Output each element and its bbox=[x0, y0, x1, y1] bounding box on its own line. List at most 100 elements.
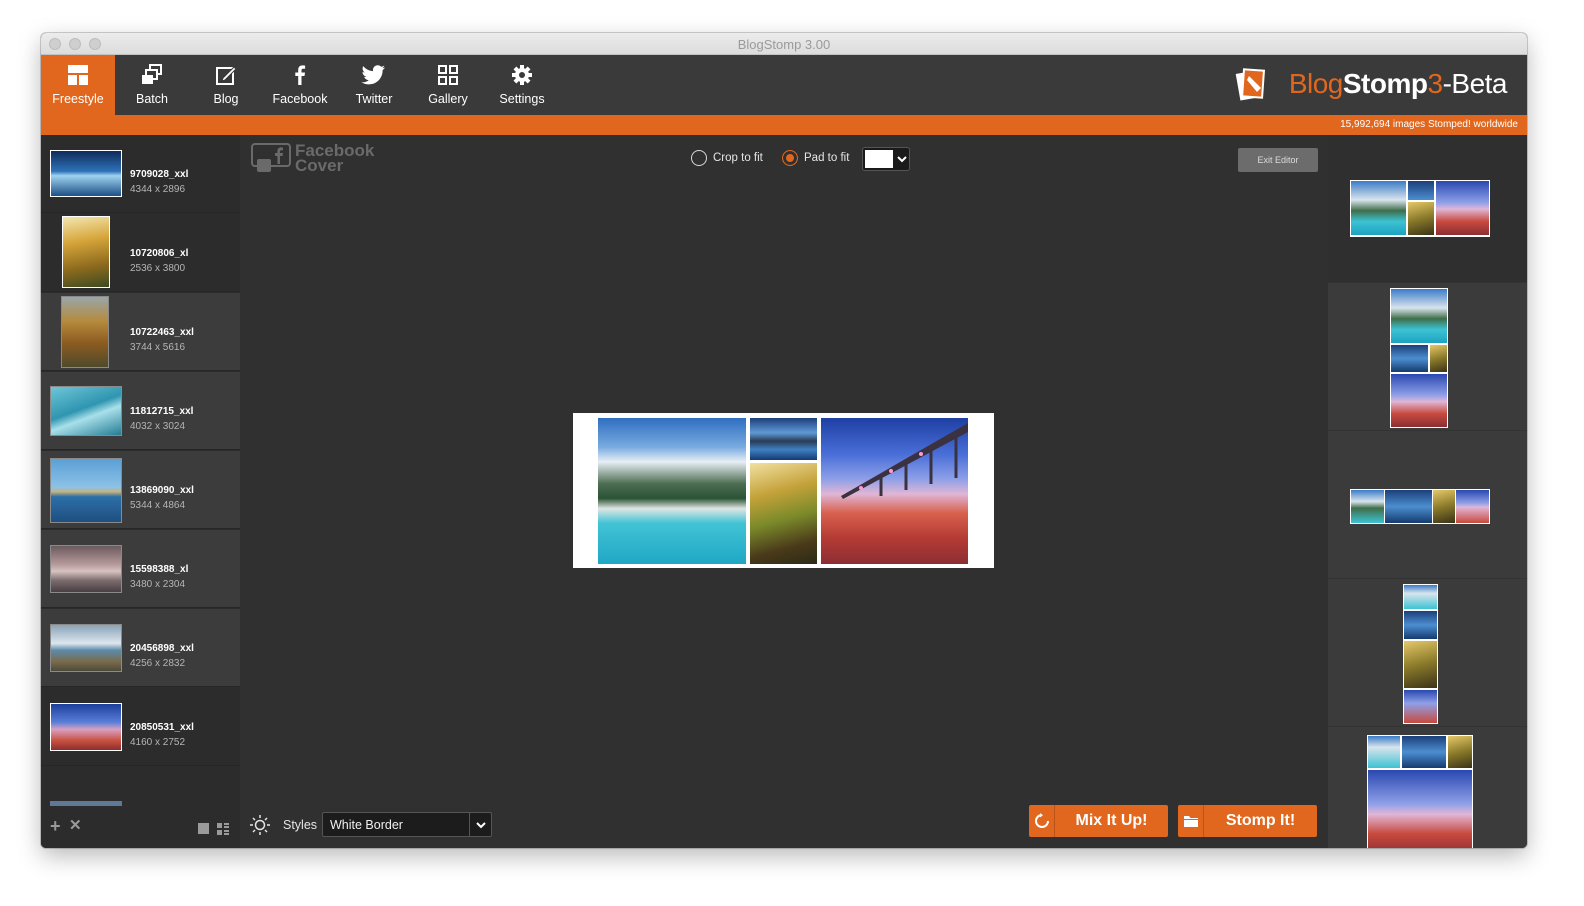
gallery-icon bbox=[438, 65, 458, 85]
tab-twitter[interactable]: Twitter bbox=[337, 55, 411, 115]
app-window: BlogStomp 3.00 Freestyle Batch Blog Face… bbox=[41, 33, 1527, 848]
format-label-line2: Cover bbox=[295, 156, 344, 175]
color-swatch bbox=[865, 150, 893, 168]
layout-photo bbox=[1385, 490, 1432, 523]
list-item[interactable]: 15598388_xl 3480 x 2304 bbox=[41, 530, 240, 608]
collage-preview bbox=[573, 413, 994, 568]
layout-photo bbox=[1391, 345, 1428, 372]
layout-option[interactable] bbox=[1328, 579, 1527, 727]
collage-photo-mountain bbox=[750, 418, 817, 460]
sun-icon[interactable] bbox=[250, 815, 270, 835]
format-label: Facebook Cover bbox=[295, 142, 374, 175]
sidebar-footer: + ✕ bbox=[41, 806, 240, 848]
layout-photo bbox=[1436, 181, 1489, 235]
list-item[interactable]: 20850531_xxl 4160 x 2752 bbox=[41, 688, 240, 766]
layout-photo bbox=[1404, 690, 1437, 723]
logo-beta: -Beta bbox=[1442, 68, 1508, 99]
tab-facebook[interactable]: Facebook bbox=[263, 55, 337, 115]
list-item[interactable] bbox=[41, 767, 240, 809]
tab-label: Blog bbox=[213, 92, 239, 106]
twitter-icon bbox=[361, 65, 385, 85]
layout-photo bbox=[1391, 289, 1447, 343]
mix-it-up-button[interactable]: Mix It Up! bbox=[1029, 805, 1168, 837]
layout-photo bbox=[1408, 202, 1434, 235]
layout-option[interactable] bbox=[1328, 431, 1527, 579]
tab-batch[interactable]: Batch bbox=[115, 55, 189, 115]
list-item[interactable]: 20456898_xxl 4256 x 2832 bbox=[41, 609, 240, 687]
crop-to-fit-label: Crop to fit bbox=[713, 152, 763, 164]
pad-to-fit-radio[interactable] bbox=[782, 150, 798, 166]
layout-photo bbox=[1430, 345, 1447, 372]
layout-thumbnail bbox=[1350, 489, 1490, 524]
list-item[interactable]: 9709028_xxl 4344 x 2896 bbox=[41, 135, 240, 213]
layout-photo bbox=[1404, 611, 1437, 639]
logo-blog: Blog bbox=[1288, 68, 1344, 99]
image-thumbnail bbox=[50, 386, 122, 436]
layout-option[interactable] bbox=[1328, 283, 1527, 431]
tab-freestyle[interactable]: Freestyle bbox=[41, 55, 115, 115]
single-view-icon[interactable] bbox=[198, 823, 209, 834]
image-thumbnail bbox=[50, 624, 122, 672]
layout-option[interactable] bbox=[1328, 727, 1527, 848]
image-dimensions: 3480 x 2304 bbox=[130, 579, 186, 590]
remove-image-button[interactable]: ✕ bbox=[69, 818, 82, 834]
stomp-it-label: Stomp It! bbox=[1225, 812, 1296, 829]
status-bar: 15,992,694 images Stomped! worldwide bbox=[41, 115, 1527, 135]
image-dimensions: 3744 x 5616 bbox=[130, 342, 186, 353]
image-thumbnail bbox=[61, 296, 109, 368]
image-filename: 9709028_xxl bbox=[130, 169, 189, 180]
layout-photo bbox=[1448, 736, 1472, 768]
tab-label: Freestyle bbox=[52, 92, 104, 106]
blogstomp-logo-icon bbox=[1235, 68, 1266, 101]
logo-version: 3 bbox=[1427, 68, 1443, 99]
styles-label: Styles bbox=[283, 818, 318, 832]
list-item[interactable]: 10720806_xl 2536 x 3800 bbox=[41, 214, 240, 292]
image-filename: 10720806_xl bbox=[130, 248, 189, 259]
image-filename: 13869090_xxl bbox=[130, 485, 194, 496]
crop-to-fit-radio[interactable] bbox=[691, 150, 707, 166]
layout-photo bbox=[1368, 770, 1472, 848]
tab-label: Gallery bbox=[428, 92, 468, 106]
layout-photo bbox=[1404, 585, 1437, 609]
tab-gallery[interactable]: Gallery bbox=[411, 55, 485, 115]
exit-editor-button[interactable]: Exit Editor bbox=[1238, 148, 1318, 172]
title-bar: BlogStomp 3.00 bbox=[41, 33, 1527, 55]
dropdown-separator bbox=[469, 813, 470, 836]
image-dimensions: 4160 x 2752 bbox=[130, 737, 186, 748]
tab-label: Facebook bbox=[272, 92, 328, 106]
layout-option[interactable] bbox=[1328, 135, 1527, 283]
styles-selected-value: White Border bbox=[330, 818, 403, 832]
tab-label: Settings bbox=[499, 92, 545, 106]
image-filename: 20456898_xxl bbox=[130, 643, 194, 654]
list-item[interactable]: 10722463_xxl 3744 x 5616 bbox=[41, 293, 240, 371]
stomp-counter: 15,992,694 images Stomped! worldwide bbox=[1340, 119, 1518, 130]
image-dimensions: 4032 x 3024 bbox=[130, 421, 186, 432]
window-title: BlogStomp 3.00 bbox=[737, 37, 831, 52]
layout-photo bbox=[1368, 736, 1400, 768]
list-item[interactable]: 13869090_xxl 5344 x 4864 bbox=[41, 451, 240, 529]
image-list: 9709028_xxl 4344 x 2896 10720806_xl 2536… bbox=[41, 135, 240, 848]
freestyle-icon bbox=[68, 65, 88, 85]
blog-icon bbox=[216, 66, 237, 85]
tab-label: Twitter bbox=[355, 92, 393, 106]
layout-thumbnail bbox=[1350, 180, 1490, 237]
shuffle-icon-wrap bbox=[1029, 805, 1055, 837]
tab-settings[interactable]: Settings bbox=[485, 55, 559, 115]
facebook-cover-icon bbox=[251, 143, 291, 172]
main-toolbar: Freestyle Batch Blog Facebook Twitter Ga… bbox=[41, 55, 1527, 115]
image-filename: 10722463_xxl bbox=[130, 327, 194, 338]
image-thumbnail bbox=[50, 703, 122, 751]
list-view-icon[interactable] bbox=[217, 823, 229, 835]
list-item[interactable]: 11812715_xxl 4032 x 3024 bbox=[41, 372, 240, 450]
layout-photo bbox=[1408, 181, 1434, 200]
stomp-it-button[interactable]: Stomp It! bbox=[1178, 805, 1317, 837]
layout-photo bbox=[1402, 736, 1446, 768]
add-image-button[interactable]: + bbox=[50, 817, 61, 835]
pad-color-picker[interactable] bbox=[862, 147, 910, 171]
styles-dropdown[interactable]: White Border bbox=[322, 812, 492, 837]
refresh-icon bbox=[1035, 813, 1049, 828]
collage-photo-lake bbox=[598, 418, 746, 564]
tab-blog[interactable]: Blog bbox=[189, 55, 263, 115]
chevron-down-icon bbox=[897, 156, 907, 163]
image-thumbnail bbox=[50, 458, 122, 523]
